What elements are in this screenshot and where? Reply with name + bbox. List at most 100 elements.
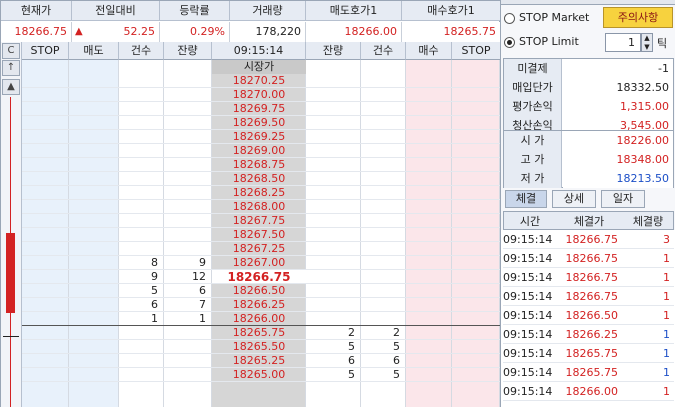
- tick-input[interactable]: 1: [605, 33, 641, 52]
- ask-price: 18269.75: [232, 102, 286, 115]
- trade-row: 09:15:14 18266.75 1: [503, 268, 674, 287]
- ask-qty: [164, 242, 212, 256]
- position-panel: 미결제 -1 매입단가 18332.50 평가손익 1,315.00 청산손익 3,545.0…: [503, 58, 674, 136]
- change-amount: 52.25: [123, 25, 156, 38]
- info-label: 평가손익: [504, 97, 562, 116]
- ask-row[interactable]: 18268.25: [22, 186, 500, 200]
- ask-row[interactable]: 18270.25: [22, 74, 500, 88]
- ask-qty: [164, 130, 212, 144]
- ask-price: 18267.00: [232, 256, 286, 269]
- current-price-value: 18266.75: [1, 22, 72, 42]
- trade-qty: 1: [663, 366, 670, 379]
- ask-qty: [164, 116, 212, 130]
- bid-count: 5: [393, 340, 400, 353]
- ask-row[interactable]: 5 6 18266.50: [22, 284, 500, 298]
- current-count: 9: [151, 270, 158, 283]
- bid-qty: 5: [348, 340, 355, 353]
- bid-price: 18265.50: [232, 340, 286, 353]
- ask-price: 18269.25: [232, 130, 286, 143]
- ask-price: 18266.50: [232, 284, 286, 297]
- bid1-value: 18265.75: [402, 22, 500, 42]
- trade-price: 18266.25: [565, 328, 619, 341]
- ask-row[interactable]: 18269.75: [22, 102, 500, 116]
- trade-row: 09:15:14 18266.75 3: [503, 230, 674, 249]
- ask-row[interactable]: 18269.00: [22, 144, 500, 158]
- trade-price: 18266.75: [565, 290, 619, 303]
- ask-count: [119, 116, 164, 130]
- ask-row[interactable]: 1 1 18266.00: [22, 312, 500, 326]
- ask-row[interactable]: 18270.00: [22, 88, 500, 102]
- ask-price: 18267.75: [232, 214, 286, 227]
- trade-qty: 1: [663, 290, 670, 303]
- ask-row[interactable]: 18268.50: [22, 172, 500, 186]
- ask-price: 18266.00: [232, 312, 286, 325]
- stepper-down-icon[interactable]: ▼: [642, 43, 652, 52]
- center-button[interactable]: ▲: [2, 79, 20, 95]
- bid-row[interactable]: 18265.50 5 5: [22, 340, 500, 354]
- trade-qty: 1: [663, 385, 670, 398]
- trade-row: 09:15:14 18266.25 1: [503, 325, 674, 344]
- ask-row[interactable]: 18268.00: [22, 200, 500, 214]
- ask-price: 18268.75: [232, 158, 286, 171]
- ask-price: 18270.25: [232, 74, 286, 87]
- stop-market-label: STOP Market: [519, 11, 590, 24]
- stop-market-option[interactable]: STOP Market: [504, 9, 589, 27]
- trade-time-header: 시간: [519, 215, 541, 228]
- current-price-row[interactable]: 9 12 18266.75: [22, 270, 500, 284]
- ask-qty: [164, 172, 212, 186]
- scroll-up-button[interactable]: ↑: [2, 60, 20, 76]
- stepper-up-icon[interactable]: ▲: [642, 34, 652, 43]
- bid-row[interactable]: 18265.00 5 5: [22, 368, 500, 382]
- ask-count: [119, 158, 164, 172]
- trade-row: 09:15:14 18266.75 1: [503, 287, 674, 306]
- info-row: 매입단가 18332.50: [504, 78, 673, 97]
- clear-button[interactable]: C: [2, 43, 20, 59]
- ask-row[interactable]: 6 7 18266.25: [22, 298, 500, 312]
- ask-count: [119, 88, 164, 102]
- ask-row[interactable]: 18267.25: [22, 242, 500, 256]
- ask-row[interactable]: 8 9 18267.00: [22, 256, 500, 270]
- info-value: 18226.00: [563, 131, 673, 150]
- bid-row[interactable]: 18265.25 6 6: [22, 354, 500, 368]
- warning-button[interactable]: 주의사항: [603, 7, 673, 28]
- buy-stop-header: STOP: [452, 42, 500, 60]
- buy-count-header: 건수: [361, 42, 406, 60]
- trade-price-header: 체결가: [573, 215, 605, 228]
- buy-header: 매수: [406, 42, 452, 60]
- trade-price: 18266.50: [565, 309, 619, 322]
- trade-price: 18266.00: [565, 385, 619, 398]
- stop-limit-option[interactable]: STOP Limit: [504, 33, 579, 51]
- info-row: 평가손익 1,315.00: [504, 97, 673, 116]
- ask1-value: 18266.00: [306, 22, 402, 42]
- ask-row[interactable]: 18267.75: [22, 214, 500, 228]
- top-tab-strip: [501, 0, 675, 5]
- trade-time: 09:15:14: [503, 328, 553, 341]
- tab-detail[interactable]: 상세: [552, 190, 596, 208]
- bid-qty: 2: [348, 326, 355, 339]
- ask-row[interactable]: 18268.75: [22, 158, 500, 172]
- ask-price: 18266.25: [232, 298, 286, 311]
- market-price-label[interactable]: 시장가: [212, 60, 306, 74]
- tab-trades[interactable]: 체결: [505, 190, 547, 208]
- ask-row[interactable]: 18269.25: [22, 130, 500, 144]
- trade-time: 09:15:14: [503, 366, 553, 379]
- ask-count: [119, 102, 164, 116]
- bid-row[interactable]: 18265.75 2 2: [22, 326, 500, 340]
- ask-count: [119, 130, 164, 144]
- trade-row: 09:15:14 18265.75 1: [503, 344, 674, 363]
- sell-count-header: 건수: [119, 42, 164, 60]
- row-divider: [22, 381, 500, 382]
- ask1-header: 매도호가1: [306, 1, 402, 21]
- info-row: 저 가 18213.50: [504, 169, 673, 188]
- trade-time: 09:15:14: [503, 290, 553, 303]
- tick-label: 틱: [657, 37, 668, 50]
- ask-row[interactable]: 18269.50: [22, 116, 500, 130]
- tab-daily[interactable]: 일자: [601, 190, 645, 208]
- trade-price: 18265.75: [565, 366, 619, 379]
- ask-qty: 6: [199, 284, 206, 297]
- price-marker: [3, 336, 19, 337]
- ask-row[interactable]: 18267.50: [22, 228, 500, 242]
- trade-row: 09:15:14 18266.50 1: [503, 306, 674, 325]
- tick-stepper[interactable]: ▲ ▼: [641, 33, 653, 52]
- trade-qty: 1: [663, 347, 670, 360]
